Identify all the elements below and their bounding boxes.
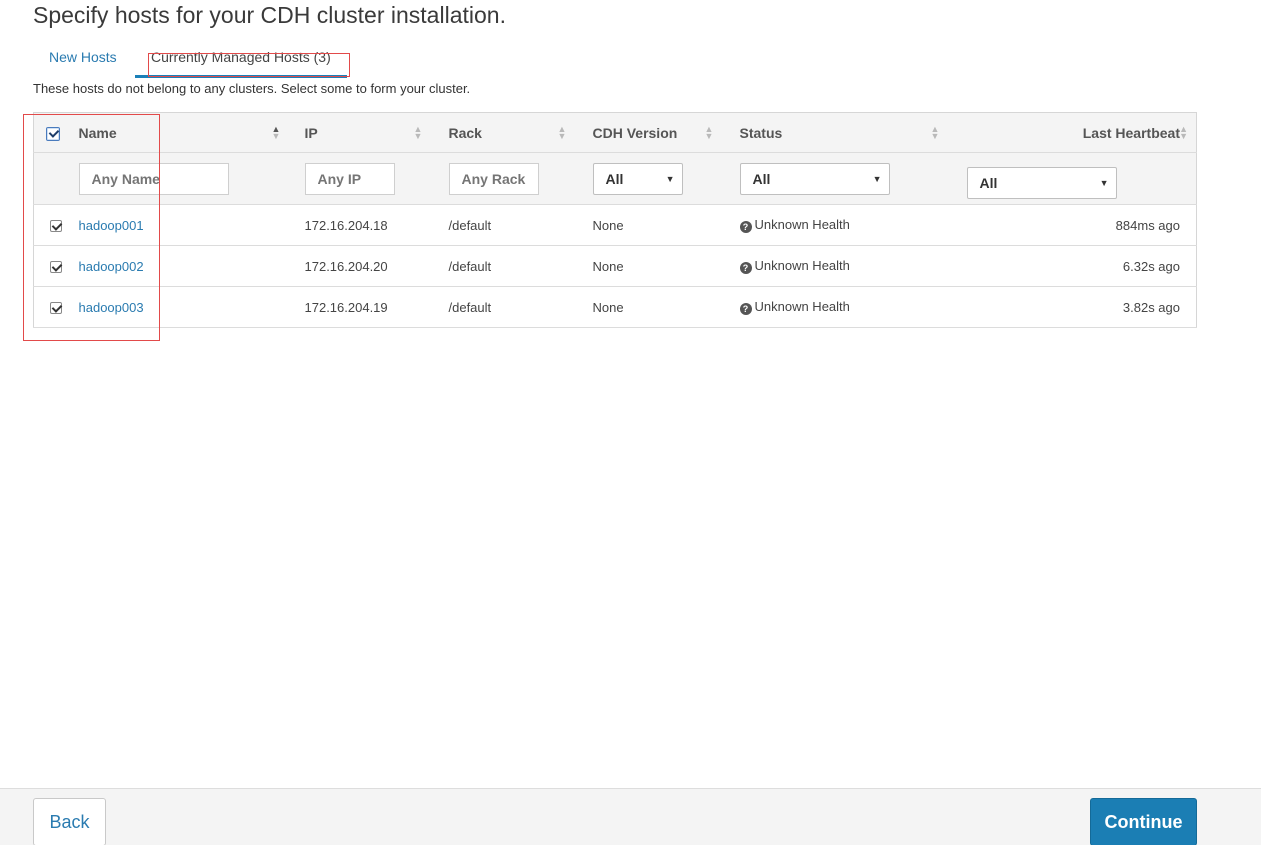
- table-row: hadoop003 172.16.204.19 /default None ? U…: [33, 286, 1197, 328]
- row-select-cell: [33, 204, 67, 246]
- sort-icon: ▲ ▼: [413, 124, 423, 141]
- active-tab-indicator: [135, 75, 347, 78]
- sort-icon: ▲ ▼: [930, 124, 940, 141]
- question-circle-icon: ?: [739, 303, 752, 315]
- host-cdh-version: None: [580, 204, 728, 246]
- filter-name-cell: [66, 152, 293, 205]
- back-button[interactable]: Back: [33, 798, 106, 845]
- filter-status-cell: All ▼: [727, 152, 955, 205]
- select-all-cell: [33, 112, 67, 153]
- column-header-name-label: Name: [78, 124, 117, 141]
- status-filter-value: All: [752, 170, 771, 187]
- row-select-cell: [33, 286, 67, 328]
- column-header-cdh-version[interactable]: CDH Version ▲ ▼: [580, 112, 728, 153]
- column-header-last-heartbeat-label: Last Heartbeat: [1082, 124, 1180, 141]
- cdh-version-filter-value: All: [605, 170, 624, 187]
- intro-text: These hosts do not belong to any cluster…: [33, 81, 471, 96]
- host-status-cell: ? Unknown Health: [727, 245, 955, 287]
- row-checkbox[interactable]: [50, 220, 62, 233]
- name-filter-input[interactable]: [78, 162, 229, 195]
- host-status: Unknown Health: [754, 299, 850, 314]
- host-name-link[interactable]: hadoop001: [79, 218, 144, 233]
- filter-last-heartbeat-cell: All ▼: [954, 152, 1197, 205]
- host-ip: 172.16.204.18: [292, 204, 437, 246]
- column-header-rack[interactable]: Rack ▲ ▼: [436, 112, 581, 153]
- host-rack: /default: [436, 286, 581, 328]
- wizard-footer: Back Continue: [0, 788, 1261, 845]
- host-status-cell: ? Unknown Health: [727, 204, 955, 246]
- chevron-down-icon: ▼: [872, 173, 882, 184]
- sort-ascending-icon: ▲ ▼: [271, 124, 281, 141]
- sort-icon: ▲ ▼: [1179, 124, 1188, 141]
- table-row: hadoop002 172.16.204.20 /default None ? U…: [33, 245, 1197, 287]
- row-checkbox[interactable]: [50, 302, 62, 315]
- select-all-checkbox[interactable]: [46, 126, 60, 141]
- filter-rack-cell: [436, 152, 581, 205]
- host-name-cell: hadoop002: [66, 245, 293, 287]
- row-select-cell: [33, 245, 67, 287]
- filter-ip-cell: [292, 152, 437, 205]
- host-last-heartbeat: 884ms ago: [954, 204, 1197, 246]
- question-circle-icon: ?: [739, 262, 752, 274]
- column-header-status[interactable]: Status ▲ ▼: [727, 112, 955, 153]
- host-ip: 172.16.204.20: [292, 245, 437, 287]
- host-cdh-version: None: [580, 286, 728, 328]
- host-status-cell: ? Unknown Health: [727, 286, 955, 328]
- host-tabs: New Hosts Currently Managed Hosts (3): [33, 44, 363, 78]
- chevron-down-icon: ▼: [665, 173, 675, 184]
- host-name-link[interactable]: hadoop003: [79, 300, 144, 315]
- host-last-heartbeat: 6.32s ago: [954, 245, 1197, 287]
- column-header-last-heartbeat[interactable]: Last Heartbeat ▲ ▼: [954, 112, 1197, 153]
- tab-currently-managed-hosts[interactable]: Currently Managed Hosts (3): [151, 49, 331, 65]
- column-header-ip[interactable]: IP ▲ ▼: [292, 112, 437, 153]
- host-name-link[interactable]: hadoop002: [79, 259, 144, 274]
- column-header-cdh-version-label: CDH Version: [592, 124, 678, 141]
- rack-filter-input[interactable]: [448, 162, 539, 195]
- column-header-status-label: Status: [739, 124, 783, 141]
- host-cdh-version: None: [580, 245, 728, 287]
- last-heartbeat-filter-value: All: [979, 174, 998, 191]
- tab-new-hosts[interactable]: New Hosts: [49, 49, 117, 65]
- host-name-cell: hadoop003: [66, 286, 293, 328]
- last-heartbeat-filter-select[interactable]: All ▼: [966, 166, 1117, 199]
- page-title: Specify hosts for your CDH cluster insta…: [33, 2, 506, 28]
- ip-filter-input[interactable]: [304, 162, 395, 195]
- column-header-name[interactable]: Name ▲ ▼: [66, 112, 293, 153]
- filter-spacer: [33, 152, 67, 205]
- hosts-table: Name ▲ ▼ IP ▲ ▼ Rack ▲ ▼ CDH Version ▲ ▼ Sta…: [33, 112, 1197, 328]
- chevron-down-icon: ▼: [1099, 177, 1109, 188]
- column-header-rack-label: Rack: [448, 124, 482, 141]
- table-header-row: Name ▲ ▼ IP ▲ ▼ Rack ▲ ▼ CDH Version ▲ ▼ Sta…: [33, 112, 1197, 153]
- host-status: Unknown Health: [754, 258, 850, 273]
- table-filter-row: All ▼ All ▼ All ▼: [33, 152, 1197, 205]
- column-header-ip-label: IP: [304, 124, 318, 141]
- host-rack: /default: [436, 245, 581, 287]
- row-checkbox[interactable]: [50, 261, 62, 274]
- continue-button[interactable]: Continue: [1090, 798, 1197, 845]
- question-circle-icon: ?: [739, 221, 752, 233]
- host-rack: /default: [436, 204, 581, 246]
- sort-icon: ▲ ▼: [704, 124, 714, 141]
- cdh-version-filter-select[interactable]: All ▼: [592, 162, 683, 195]
- filter-cdh-version-cell: All ▼: [580, 152, 728, 205]
- host-status: Unknown Health: [754, 217, 850, 232]
- sort-icon: ▲ ▼: [557, 124, 567, 141]
- host-name-cell: hadoop001: [66, 204, 293, 246]
- host-last-heartbeat: 3.82s ago: [954, 286, 1197, 328]
- host-ip: 172.16.204.19: [292, 286, 437, 328]
- table-row: hadoop001 172.16.204.18 /default None ? U…: [33, 204, 1197, 246]
- status-filter-select[interactable]: All ▼: [739, 162, 890, 195]
